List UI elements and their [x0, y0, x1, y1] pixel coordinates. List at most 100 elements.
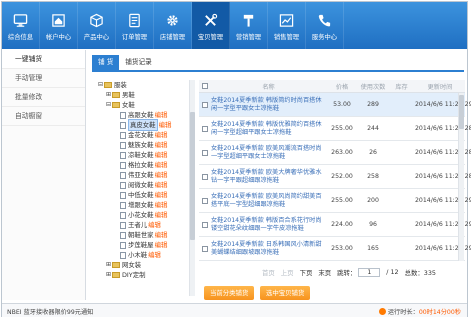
tree-node-label[interactable]: 男鞋: [122, 90, 135, 100]
expand-toggle-icon[interactable]: ⊟: [105, 100, 112, 110]
row-checkbox[interactable]: [202, 173, 208, 180]
nav-orders[interactable]: 订单管理: [116, 2, 154, 49]
prev-page-link[interactable]: 上页: [281, 268, 294, 277]
row-checkbox[interactable]: [202, 149, 208, 156]
tree-node-label[interactable]: 凉鞋女鞋: [128, 150, 154, 160]
table-row[interactable]: 女鞋2014夏季新款 日系韩国风小清新甜美蝴蝶结细跟坡跟凉拖鞋 253.00 165…: [199, 237, 471, 261]
status-notice[interactable]: NBEI 蓝牙接收器限价99元通知: [7, 307, 93, 316]
tree-node[interactable]: 中低女鞋 编辑: [97, 190, 189, 200]
expand-toggle-icon[interactable]: ⊞: [105, 90, 112, 100]
tree-node[interactable]: ⊞ 网女装: [97, 260, 189, 270]
last-page-link[interactable]: 末页: [318, 268, 331, 277]
nav-sales[interactable]: 销售管理: [268, 2, 306, 49]
tree-node-label[interactable]: 女鞋: [122, 100, 135, 110]
tree-edit-link[interactable]: 编辑: [155, 150, 168, 160]
tree-node-label[interactable]: 格拉女鞋: [128, 160, 154, 170]
expand-toggle-icon[interactable]: ⊞: [105, 260, 112, 270]
table-row[interactable]: 女鞋2014夏季新款 欧美风尚简约甜美百搭平底一字型超细跟凉拖鞋 255.00 20…: [199, 189, 471, 213]
offer-current-category-button[interactable]: 当前分类铺货: [204, 286, 255, 300]
tree-scrollbar[interactable]: [189, 80, 195, 296]
offer-selected-items-button[interactable]: 选中宝贝铺货: [260, 286, 311, 300]
row-checkbox[interactable]: [202, 221, 208, 228]
tree-node-label[interactable]: 魅族女鞋: [128, 140, 154, 150]
tree-node[interactable]: 阅微女鞋 编辑: [97, 180, 189, 190]
tab-offer[interactable]: 铺 货: [92, 55, 120, 70]
tree-node[interactable]: 朝鞋世家 编辑: [97, 230, 189, 240]
tree-node-label[interactable]: 阅微女鞋: [128, 180, 154, 190]
page-input[interactable]: 1: [358, 267, 381, 277]
nav-items[interactable]: 宝贝管理: [192, 2, 230, 49]
tree-edit-link[interactable]: 编辑: [148, 250, 161, 260]
column-name[interactable]: 名称: [211, 82, 326, 91]
tree-edit-link[interactable]: 编辑: [155, 190, 168, 200]
tree-node[interactable]: 格拉女鞋 编辑: [97, 160, 189, 170]
tree-node-label[interactable]: 网女装: [122, 260, 141, 270]
item-name-link[interactable]: 女鞋2014夏季新款 韩版百合系花行时尚镂空甜花朵纹细跟一字牛皮凉拖鞋: [211, 217, 326, 233]
row-checkbox[interactable]: [202, 101, 208, 108]
table-row[interactable]: 女鞋2014夏季新款 欧美风潮流百搭时尚一字型超细平跟女士凉拖鞋 263.00 26…: [199, 141, 471, 165]
column-price[interactable]: 价格: [326, 82, 358, 91]
tree-node-label[interactable]: 步莲鞋屋: [128, 240, 154, 250]
nav-marketing[interactable]: 营销管理: [230, 2, 268, 49]
tree-node-label[interactable]: 中低女鞋: [128, 190, 154, 200]
tree-node[interactable]: 小花女鞋 编辑: [97, 210, 189, 220]
item-name-link[interactable]: 女鞋2014夏季新款 欧美大牌奢华优雅水钻一字平跟超细跟凉拖鞋: [211, 169, 326, 185]
tree-node-label[interactable]: 朝鞋世家: [128, 230, 154, 240]
tree-node[interactable]: ⊟ 服装: [97, 80, 189, 90]
tree-node-label[interactable]: 金花女鞋: [128, 130, 154, 140]
tree-node-label[interactable]: 小花女鞋: [128, 210, 154, 220]
first-page-link[interactable]: 首页: [262, 268, 275, 277]
tree-node[interactable]: 小木鞋 编辑: [97, 250, 189, 260]
tree-scrollbar-thumb[interactable]: [190, 112, 195, 240]
tree-node[interactable]: 伟亚女鞋 编辑: [97, 170, 189, 180]
item-name-link[interactable]: 女鞋2014夏季新款 韩版简约时尚百搭休闲一字型平跟女士凉拖鞋: [211, 97, 326, 113]
nav-product[interactable]: 产品中心: [78, 2, 116, 49]
tree-node-label[interactable]: 王者儿: [128, 220, 147, 230]
table-row[interactable]: 女鞋2014夏季新款 欧美大牌奢华优雅水钻一字平跟超细跟凉拖鞋 252.00 258…: [199, 165, 471, 189]
tree-edit-link[interactable]: 编辑: [155, 200, 168, 210]
sidebar-item-batch-edit[interactable]: 批量修改: [2, 88, 85, 107]
tree-node[interactable]: 真皮女鞋 编辑: [97, 119, 189, 131]
next-page-link[interactable]: 下页: [300, 268, 313, 277]
tree-edit-link[interactable]: 编辑: [155, 130, 168, 140]
tree-node-label[interactable]: 伟亚女鞋: [128, 170, 154, 180]
tree-edit-link[interactable]: 编辑: [159, 120, 172, 130]
tree-edit-link[interactable]: 编辑: [155, 180, 168, 190]
tree-node[interactable]: ⊞ 男鞋: [97, 90, 189, 100]
tree-node[interactable]: 王者儿 编辑: [97, 220, 189, 230]
expand-toggle-icon[interactable]: ⊟: [97, 80, 104, 90]
expand-toggle-icon[interactable]: ⊞: [105, 270, 112, 280]
tree-node-label[interactable]: 服装: [114, 80, 127, 90]
tree-node[interactable]: ⊞ DIY定制: [97, 270, 189, 280]
tree-edit-link[interactable]: 编辑: [155, 240, 168, 250]
tree-node[interactable]: 增跟女鞋 编辑: [97, 200, 189, 210]
tree-edit-link[interactable]: 编辑: [155, 170, 168, 180]
sidebar-item-manual[interactable]: 手动管理: [2, 69, 85, 88]
tree-node-label[interactable]: 增跟女鞋: [128, 200, 154, 210]
tree-edit-link[interactable]: 编辑: [155, 230, 168, 240]
table-row[interactable]: 女鞋2014夏季新款 韩版百合系花行时尚镂空甜花朵纹细跟一字牛皮凉拖鞋 224.0…: [199, 213, 471, 237]
nav-shop[interactable]: 店铺管理: [154, 2, 192, 49]
item-name-link[interactable]: 女鞋2014夏季新款 韩版优雅简约百搭休闲一字型超细平跟女士凉拖鞋: [211, 121, 326, 137]
tab-offer-records[interactable]: 铺货记录: [119, 55, 157, 70]
tree-edit-link[interactable]: 编辑: [155, 160, 168, 170]
nav-service[interactable]: 服务中心: [306, 2, 344, 49]
tree-edit-link[interactable]: 编辑: [155, 140, 168, 150]
tree-node[interactable]: 凉鞋女鞋 编辑: [97, 150, 189, 160]
sidebar-item-auto-window[interactable]: 自动橱窗: [2, 107, 85, 126]
nav-account[interactable]: 帐户中心: [40, 2, 78, 49]
row-checkbox[interactable]: [202, 245, 208, 252]
tree-node[interactable]: ⊟ 女鞋: [97, 100, 189, 110]
nav-overview[interactable]: 综合信息: [2, 2, 40, 49]
item-name-link[interactable]: 女鞋2014夏季新款 日系韩国风小清新甜美蝴蝶结细跟坡跟凉拖鞋: [211, 241, 326, 257]
item-name-link[interactable]: 女鞋2014夏季新款 欧美风潮流百搭时尚一字型超细平跟女士凉拖鞋: [211, 145, 326, 161]
tree-edit-link[interactable]: 编辑: [148, 220, 161, 230]
column-stock[interactable]: 库存: [388, 82, 415, 91]
table-scrollbar[interactable]: [458, 93, 464, 261]
sidebar-item-one-click[interactable]: 一键铺货: [2, 50, 85, 69]
tree-node[interactable]: 魅族女鞋 编辑: [97, 140, 189, 150]
table-row[interactable]: 女鞋2014夏季新款 韩版简约时尚百搭休闲一字型平跟女士凉拖鞋 53.00 289 2…: [199, 93, 471, 117]
column-time[interactable]: 更新时间: [415, 82, 465, 91]
tree-node-label[interactable]: DIY定制: [122, 270, 146, 280]
row-checkbox[interactable]: [202, 197, 208, 204]
